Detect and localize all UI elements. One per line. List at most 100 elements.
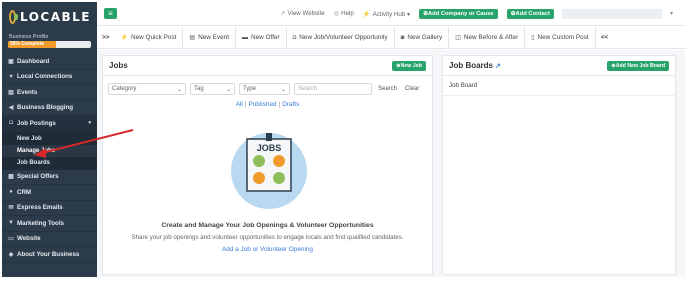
columns-icon: ◫ (455, 35, 461, 41)
view-website-link[interactable]: ↗ View Website (280, 10, 324, 17)
help-link[interactable]: ◎ Help (334, 10, 354, 17)
new-before-after-label: New Before & After (463, 34, 519, 41)
list-item[interactable]: Job Board (443, 76, 675, 96)
sidebar-item-about-your-business[interactable]: ◆ About Your Business (2, 247, 97, 263)
tab-published[interactable]: Published (248, 101, 276, 108)
user-account-menu[interactable] (561, 8, 662, 19)
help-label: Help (341, 10, 354, 17)
offer-icon: ▬ (242, 34, 248, 41)
job-boards-title: Job Boards ↗ (449, 61, 501, 70)
dashboard-icon: ▣ (8, 58, 14, 65)
new-job-button[interactable]: ⊕New Job (392, 60, 426, 71)
new-job-btn-label: New Job (400, 62, 422, 69)
add-contact-button[interactable]: ⊕Add Contact (506, 8, 554, 19)
search-input[interactable]: Search (294, 83, 372, 95)
external-link-icon[interactable]: ↗ (495, 62, 501, 70)
sidebar: LOCABLE Business Profile 58% Complete ▣ … (2, 2, 97, 277)
handshake-icon: ♥ (9, 73, 13, 80)
sidebar-item-job-postings[interactable]: ◘ Job Postings ▾ (2, 116, 97, 132)
job-boards-panel: Job Boards ↗ ⊕Add New Job Board Job Board (442, 55, 676, 275)
add-job-link[interactable]: Add a Job or Volunteer Opening (103, 246, 432, 253)
sidebar-item-website[interactable]: ▭ Website (2, 232, 97, 247)
add-job-board-button[interactable]: ⊕Add New Job Board (607, 60, 669, 71)
new-job-button[interactable]: ◘ New Job/Volunteer Opportunity (287, 27, 395, 48)
tag-select[interactable]: Tag ⌄ (190, 83, 235, 95)
chevron-down-icon: ▾ (88, 120, 91, 127)
chevron-down-icon: ⌄ (280, 86, 286, 93)
add-company-button[interactable]: ⊕Add Company or Cause (419, 8, 498, 19)
sidebar-item-label: Dashboard (17, 57, 50, 65)
add-job-board-label: Add New Job Board (615, 62, 665, 69)
sidebar-item-label: Website (17, 235, 41, 243)
job-boards-header: Job Boards ↗ ⊕Add New Job Board (443, 56, 675, 76)
scroll-right-icon[interactable]: >> (97, 34, 114, 41)
new-gallery-button[interactable]: ◙ New Gallery (395, 27, 450, 48)
new-custom-post-button[interactable]: ▯ New Custom Post (525, 27, 596, 48)
briefcase-icon: ◘ (292, 34, 297, 41)
sidebar-item-events[interactable]: ▤ Events (2, 85, 97, 101)
sidebar-item-label: Marketing Tools (17, 219, 64, 227)
sidebar-subitem-job-boards[interactable]: Job Boards (2, 157, 97, 169)
new-quick-post-button[interactable]: ⚡ New Quick Post (114, 27, 184, 48)
job-boards-title-text: Job Boards (449, 61, 494, 70)
clear-button[interactable]: Clear (403, 86, 421, 92)
clip-icon (266, 133, 272, 141)
calendar-icon: ▤ (8, 89, 14, 96)
jobs-title: Jobs (109, 61, 128, 70)
logo-text: LOCABLE (19, 10, 91, 24)
new-quick-post-label: New Quick Post (130, 34, 177, 41)
scroll-left-icon[interactable]: << (596, 34, 613, 41)
help-icon: ◎ (333, 10, 340, 17)
menu-toggle-button[interactable]: ≡ (104, 8, 117, 19)
sidebar-item-local-connections[interactable]: ♥ Local Connections (2, 70, 97, 85)
camera-icon: ◙ (400, 34, 405, 41)
locable-logo-icon (9, 10, 18, 24)
user-menu-chevron-icon[interactable]: ▾ (670, 10, 673, 17)
bolt-icon: ⚡ (362, 10, 371, 18)
search-button[interactable]: Search (376, 86, 399, 92)
new-offer-button[interactable]: ▬ New Offer (236, 27, 287, 48)
envelope-icon: ✉ (8, 205, 14, 212)
bolt-icon: ⚡ (120, 35, 128, 41)
external-link-icon: ↗ (280, 10, 286, 17)
add-contact-label: Add Contact (515, 10, 550, 17)
monitor-icon: ▭ (8, 236, 14, 243)
sidebar-item-dashboard[interactable]: ▣ Dashboard (2, 54, 97, 70)
sidebar-item-business-blogging[interactable]: ◀ Business Blogging (2, 101, 97, 116)
empty-state-title: Create and Manage Your Job Openings & Vo… (161, 222, 374, 229)
type-select[interactable]: Type ⌄ (239, 83, 290, 95)
add-company-label: Add Company or Cause (427, 10, 494, 17)
activity-hub-label: Activity Hub (372, 10, 406, 18)
sidebar-subitem-new-job[interactable]: New Job (2, 133, 97, 145)
new-event-button[interactable]: ▤ New Event (183, 27, 236, 48)
activity-hub-dropdown[interactable]: ⚡ Activity Hub ▾ (363, 10, 410, 18)
filter-icon: ▼ (8, 220, 14, 227)
job-icon-1 (253, 155, 265, 167)
sidebar-item-label: Special Offers (17, 173, 59, 181)
sidebar-item-express-emails[interactable]: ✉ Express Emails (2, 201, 97, 216)
logo[interactable]: LOCABLE (2, 2, 97, 30)
illustration-jobs-text: JOBS (257, 143, 282, 153)
sidebar-item-crm[interactable]: ● CRM (2, 185, 97, 201)
empty-state-description: Share your job openings and volunteer op… (131, 234, 404, 241)
top-bar: ≡ ↗ View Website ◎ Help ⚡ Activity Hub ▾ ⊕A… (97, 2, 685, 26)
category-select-value: Category (112, 86, 137, 92)
profile-progress-bar[interactable]: 58% Complete (8, 41, 91, 48)
map-marker-icon: ◆ (8, 251, 14, 258)
type-select-value: Type (243, 86, 257, 92)
tab-all[interactable]: All (236, 101, 243, 108)
sidebar-subitem-manage-jobs[interactable]: Manage Jobs (2, 144, 97, 157)
jobs-panel: Jobs ⊕New Job Category ⌄ Tag ⌄ Type ⌄ Searc… (102, 55, 433, 275)
sidebar-item-label: Express Emails (17, 204, 63, 212)
jobs-illustration: JOBS (231, 133, 307, 209)
new-gallery-label: New Gallery (407, 34, 443, 41)
sidebar-item-special-offers[interactable]: ▦ Special Offers (2, 170, 97, 185)
view-website-label: View Website (287, 10, 325, 17)
tab-drafts[interactable]: Drafts (282, 101, 299, 108)
sidebar-item-marketing-tools[interactable]: ▼ Marketing Tools (2, 216, 97, 232)
new-offer-label: New Offer (251, 34, 280, 41)
category-select[interactable]: Category ⌄ (108, 83, 186, 95)
new-job-label: New Job/Volunteer Opportunity (299, 34, 388, 41)
chevron-down-icon: ⌄ (225, 86, 231, 93)
new-before-after-button[interactable]: ◫ New Before & After (449, 27, 526, 48)
